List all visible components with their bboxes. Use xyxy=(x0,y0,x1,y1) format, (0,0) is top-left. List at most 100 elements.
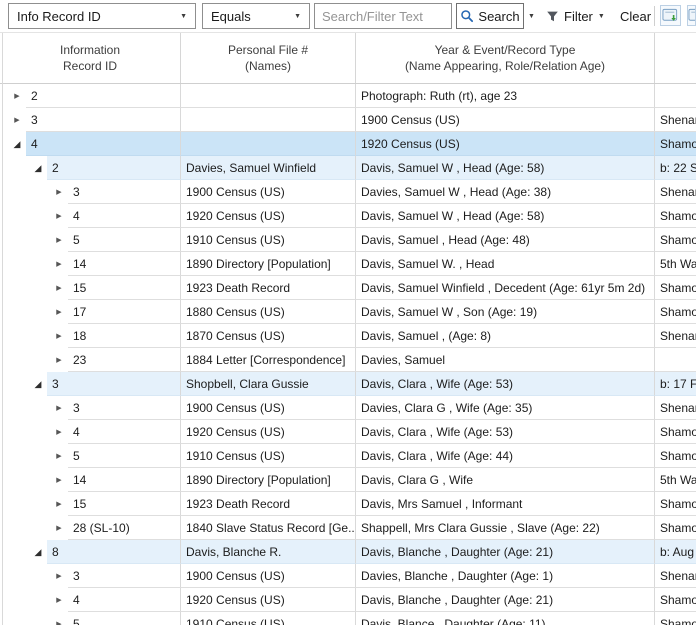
table-row[interactable]: ▶ 3 1900 Census (US) Davies, Clara G , W… xyxy=(0,396,696,420)
table-row[interactable]: ▶ 15 1923 Death Record Davis, Mrs Samuel… xyxy=(0,492,696,516)
cell-personal-file[interactable]: 1900 Census (US) xyxy=(181,564,356,588)
cell-personal-file[interactable]: 1920 Census (US) xyxy=(181,204,356,228)
table-row[interactable]: ▶ 4 1920 Census (US) Davis, Clara , Wife… xyxy=(0,420,696,444)
cell-personal-file[interactable]: 1900 Census (US) xyxy=(181,396,356,420)
cell-event-type[interactable]: Davis, Blanche , Daughter (Age: 21) xyxy=(356,540,655,564)
cell-event-type[interactable]: Davies, Samuel W , Head (Age: 38) xyxy=(356,180,655,204)
cell-record-id[interactable]: 3 xyxy=(68,396,181,420)
table-row[interactable]: ◢ 4 1920 Census (US) Shamo xyxy=(0,132,696,156)
expander-expanded-icon[interactable]: ◢ xyxy=(33,164,43,173)
cell-event-type[interactable]: Shappell, Mrs Clara Gussie , Slave (Age:… xyxy=(356,516,655,540)
field-dropdown[interactable]: Info Record ID ▼ xyxy=(8,3,196,29)
cell-location[interactable] xyxy=(655,348,696,372)
cell-event-type[interactable]: Davis, Samuel W , Head (Age: 58) xyxy=(356,156,655,180)
cell-record-id[interactable]: 15 xyxy=(68,492,181,516)
table-row[interactable]: ▶ 3 1900 Census (US) Davies, Samuel W , … xyxy=(0,180,696,204)
cell-event-type[interactable]: Photograph: Ruth (rt), age 23 xyxy=(356,84,655,108)
cell-location[interactable]: b: 17 F xyxy=(655,372,696,396)
cell-personal-file[interactable]: 1920 Census (US) xyxy=(181,588,356,612)
cell-record-id[interactable]: 3 xyxy=(26,108,181,132)
cell-location[interactable]: b: 22 S xyxy=(655,156,696,180)
cell-record-id[interactable]: 23 xyxy=(68,348,181,372)
expander-collapsed-icon[interactable]: ▶ xyxy=(54,333,64,340)
cell-location[interactable]: Shamo xyxy=(655,276,696,300)
cell-record-id[interactable]: 3 xyxy=(47,372,181,396)
cell-location[interactable]: Shamo xyxy=(655,228,696,252)
table-row[interactable]: ▶ 4 1920 Census (US) Davis, Blanche , Da… xyxy=(0,588,696,612)
filter-button[interactable]: Filter ▼ xyxy=(546,3,605,29)
cell-event-type[interactable]: Davis, Samuel W , Head (Age: 58) xyxy=(356,204,655,228)
cell-record-id[interactable]: 28 (SL-10) xyxy=(68,516,181,540)
cell-location[interactable] xyxy=(655,84,696,108)
cell-record-id[interactable]: 3 xyxy=(68,180,181,204)
cell-record-id[interactable]: 14 xyxy=(68,252,181,276)
cell-personal-file[interactable]: 1890 Directory [Population] xyxy=(181,252,356,276)
expander-collapsed-icon[interactable]: ▶ xyxy=(54,213,64,220)
cell-record-id[interactable]: 5 xyxy=(68,444,181,468)
cell-location[interactable]: Shenan xyxy=(655,564,696,588)
cell-record-id[interactable]: 4 xyxy=(68,420,181,444)
expand-all-export-button[interactable] xyxy=(660,5,681,26)
table-row[interactable]: ▶ 18 1870 Census (US) Davis, Samuel , (A… xyxy=(0,324,696,348)
cell-location[interactable]: Shamo xyxy=(655,516,696,540)
expander-collapsed-icon[interactable]: ▶ xyxy=(12,117,22,124)
cell-personal-file[interactable]: Shopbell, Clara Gussie xyxy=(181,372,356,396)
table-row[interactable]: ◢ 8 Davis, Blanche R. Davis, Blanche , D… xyxy=(0,540,696,564)
table-row[interactable]: ▶ 5 1910 Census (US) Davis, Clara , Wife… xyxy=(0,444,696,468)
cell-event-type[interactable]: 1920 Census (US) xyxy=(356,132,655,156)
expander-collapsed-icon[interactable]: ▶ xyxy=(54,597,64,604)
column-header-year-event[interactable]: Year & Event/Record Type (Name Appearing… xyxy=(356,33,655,83)
search-input[interactable] xyxy=(314,3,452,29)
table-row[interactable]: ◢ 3 Shopbell, Clara Gussie Davis, Clara … xyxy=(0,372,696,396)
cell-record-id[interactable]: 14 xyxy=(68,468,181,492)
expander-collapsed-icon[interactable]: ▶ xyxy=(54,189,64,196)
cell-personal-file[interactable]: Davis, Blanche R. xyxy=(181,540,356,564)
column-header-clipped[interactable] xyxy=(655,33,696,83)
cell-event-type[interactable]: Davis, Samuel W. , Head xyxy=(356,252,655,276)
cell-location[interactable]: Shamo xyxy=(655,204,696,228)
cell-personal-file[interactable]: 1840 Slave Status Record [Ge... xyxy=(181,516,356,540)
cell-event-type[interactable]: Davis, Clara , Wife (Age: 44) xyxy=(356,444,655,468)
cell-record-id[interactable]: 4 xyxy=(26,132,181,156)
expander-collapsed-icon[interactable]: ▶ xyxy=(12,93,22,100)
cell-record-id[interactable]: 4 xyxy=(68,204,181,228)
cell-location[interactable]: Shamo xyxy=(655,300,696,324)
table-row[interactable]: ▶ 5 1910 Census (US) Davis, Blance , Dau… xyxy=(0,612,696,625)
operator-dropdown[interactable]: Equals ▼ xyxy=(202,3,310,29)
cell-location[interactable]: Shamo xyxy=(655,612,696,625)
cell-event-type[interactable]: Davis, Blance , Daughter (Age: 11) xyxy=(356,612,655,625)
column-header-information-record-id[interactable]: Information Record ID xyxy=(0,33,181,83)
table-row[interactable]: ▶ 2 Photograph: Ruth (rt), age 23 xyxy=(0,84,696,108)
expander-collapsed-icon[interactable]: ▶ xyxy=(54,285,64,292)
table-row[interactable]: ▶ 14 1890 Directory [Population] Davis, … xyxy=(0,252,696,276)
cell-event-type[interactable]: Davis, Clara , Wife (Age: 53) xyxy=(356,420,655,444)
cell-location[interactable]: 5th Wa xyxy=(655,468,696,492)
table-row[interactable]: ◢ 2 Davies, Samuel Winfield Davis, Samue… xyxy=(0,156,696,180)
cell-event-type[interactable]: Davis, Mrs Samuel , Informant xyxy=(356,492,655,516)
table-row[interactable]: ▶ 23 1884 Letter [Correspondence] Davies… xyxy=(0,348,696,372)
cell-record-id[interactable]: 2 xyxy=(47,156,181,180)
cell-location[interactable]: 5th Wa xyxy=(655,252,696,276)
expander-collapsed-icon[interactable]: ▶ xyxy=(54,309,64,316)
cell-location[interactable]: Shenan xyxy=(655,108,696,132)
cell-personal-file[interactable]: 1920 Census (US) xyxy=(181,420,356,444)
cell-location[interactable]: Shamo xyxy=(655,588,696,612)
table-row[interactable]: ▶ 3 1900 Census (US) Davies, Blanche , D… xyxy=(0,564,696,588)
cell-location[interactable]: Shamo xyxy=(655,420,696,444)
cell-event-type[interactable]: Davies, Clara G , Wife (Age: 35) xyxy=(356,396,655,420)
cell-personal-file[interactable]: 1923 Death Record xyxy=(181,276,356,300)
cell-personal-file[interactable] xyxy=(181,108,356,132)
table-row[interactable]: ▶ 5 1910 Census (US) Davis, Samuel , Hea… xyxy=(0,228,696,252)
cell-record-id[interactable]: 3 xyxy=(68,564,181,588)
cell-personal-file[interactable]: 1880 Census (US) xyxy=(181,300,356,324)
expander-collapsed-icon[interactable]: ▶ xyxy=(54,261,64,268)
cell-event-type[interactable]: Davis, Samuel Winfield , Decedent (Age: … xyxy=(356,276,655,300)
expander-collapsed-icon[interactable]: ▶ xyxy=(54,237,64,244)
expander-collapsed-icon[interactable]: ▶ xyxy=(54,453,64,460)
cell-location[interactable]: Shenan xyxy=(655,180,696,204)
cell-record-id[interactable]: 18 xyxy=(68,324,181,348)
table-row[interactable]: ▶ 14 1890 Directory [Population] Davis, … xyxy=(0,468,696,492)
table-row[interactable]: ▶ 28 (SL-10) 1840 Slave Status Record [G… xyxy=(0,516,696,540)
cell-personal-file[interactable]: 1910 Census (US) xyxy=(181,228,356,252)
cell-personal-file[interactable]: 1900 Census (US) xyxy=(181,180,356,204)
